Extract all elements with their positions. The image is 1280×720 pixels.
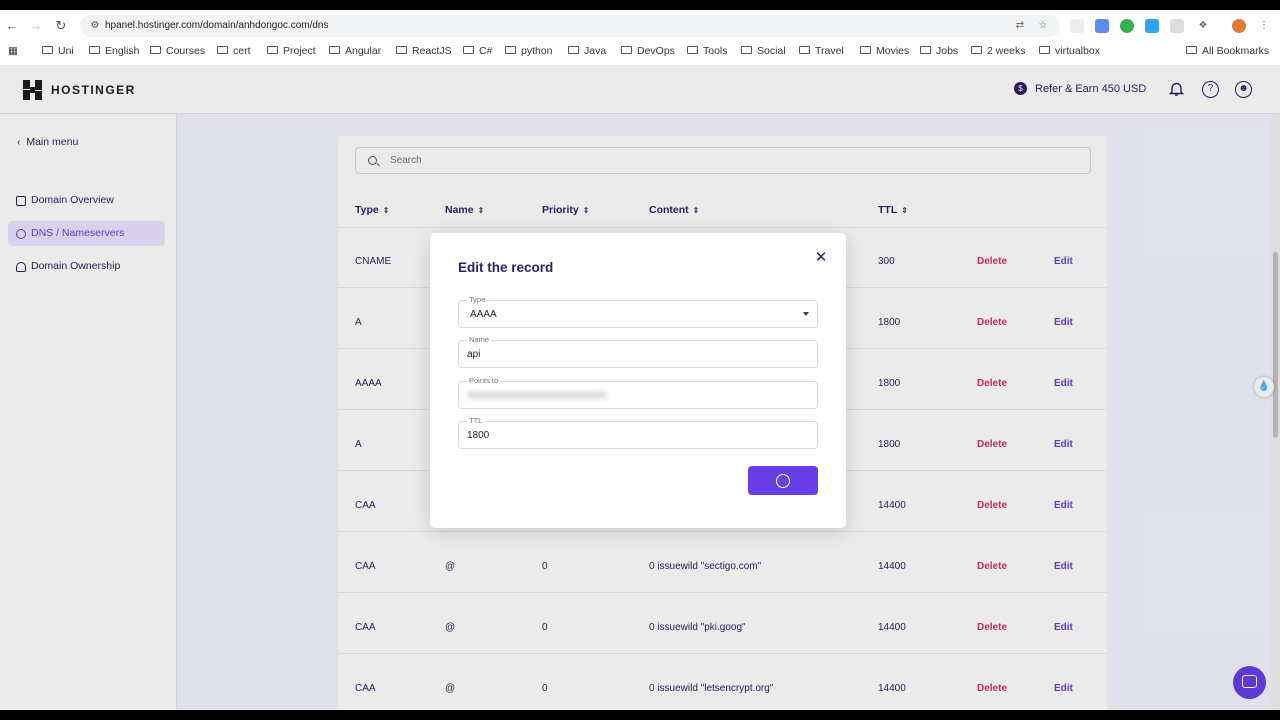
folder-icon	[1186, 46, 1197, 54]
name-field[interactable]: api	[458, 340, 818, 368]
forward-icon[interactable]: →	[28, 18, 44, 34]
address-row: ← → ↻ ⚙ hpanel.hostinger.com/domain/anhd…	[0, 14, 1280, 38]
folder-icon	[396, 46, 407, 54]
omnibox[interactable]: ⚙ hpanel.hostinger.com/domain/anhdongoc.…	[80, 15, 1060, 37]
blurred-value	[467, 391, 607, 399]
extension-icon[interactable]	[1070, 19, 1084, 33]
bookmark-folder[interactable]: Project	[267, 45, 316, 57]
bookmark-label: Courses	[166, 45, 206, 57]
avatar[interactable]	[1232, 19, 1246, 33]
folder-icon	[329, 46, 340, 54]
type-value: AAAA	[470, 309, 497, 320]
points-to-label: Points to	[467, 376, 501, 385]
bookmark-folder[interactable]: Uni	[42, 45, 74, 57]
bookmark-label: cert	[233, 45, 251, 57]
puzzle-icon[interactable]: ❖	[1196, 19, 1210, 33]
chevron-down-icon	[803, 312, 809, 316]
folder-icon	[267, 46, 278, 54]
bottom-black-strip	[0, 710, 1280, 720]
bookmark-label: Jobs	[936, 45, 959, 57]
ttl-value: 1800	[467, 430, 490, 441]
extension-icon[interactable]	[1170, 19, 1184, 33]
bookmark-folder[interactable]: Jobs	[920, 45, 958, 57]
folder-icon	[971, 46, 982, 54]
bookmark-folder[interactable]: Travel	[799, 45, 844, 57]
folder-icon	[568, 46, 579, 54]
folder-icon	[687, 46, 698, 54]
bookmark-label: C#	[479, 45, 493, 57]
star-icon[interactable]: ☆	[1036, 19, 1050, 33]
folder-icon	[505, 46, 516, 54]
folder-icon	[463, 46, 474, 54]
bookmark-label: Travel	[815, 45, 844, 57]
name-label: Name	[467, 335, 492, 344]
bookmark-folder[interactable]: Angular	[329, 45, 381, 57]
type-select[interactable]: AAAA	[458, 300, 818, 328]
bookmark-label: Uni	[58, 45, 74, 57]
ttl-field[interactable]: 1800	[458, 421, 818, 449]
folder-icon	[860, 46, 871, 54]
bookmark-label: virtualbox	[1055, 45, 1100, 57]
bookmark-folder[interactable]: C#	[463, 45, 492, 57]
folder-icon	[217, 46, 228, 54]
grammarly-icon[interactable]	[1120, 19, 1134, 33]
bookmark-folder[interactable]: 2 weeks	[971, 45, 1026, 57]
extension-icon[interactable]	[1095, 19, 1109, 33]
points-to-field[interactable]	[458, 381, 818, 409]
type-label: Type	[467, 295, 488, 304]
bookmark-label: ReactJS	[412, 45, 452, 57]
folder-icon	[89, 46, 100, 54]
bookmark-folder[interactable]: virtualbox	[1039, 45, 1100, 57]
bookmark-label: python	[521, 45, 553, 57]
bookmark-folder[interactable]: ReactJS	[396, 45, 452, 57]
top-black-strip	[0, 0, 1280, 10]
reload-icon[interactable]: ↻	[53, 18, 69, 34]
menu-dots-icon[interactable]: ⋮	[1257, 19, 1271, 33]
back-icon[interactable]: ←	[4, 18, 20, 34]
bookmarks-bar: ▦ Uni English Courses cert Project Angul…	[0, 42, 1280, 62]
bookmark-folder[interactable]: Tools	[687, 45, 728, 57]
save-button[interactable]	[748, 466, 818, 495]
bookmark-folder[interactable]: Courses	[150, 45, 205, 57]
site-info-icon[interactable]: ⚙	[88, 19, 102, 33]
name-value: api	[467, 349, 481, 360]
bookmark-label: All Bookmarks	[1202, 45, 1270, 57]
folder-icon	[150, 46, 161, 54]
bookmark-label: Movies	[876, 45, 910, 57]
folder-icon	[920, 46, 931, 54]
bookmark-label: Tools	[703, 45, 728, 57]
ttl-label: TTL	[467, 416, 485, 425]
bookmark-label: English	[105, 45, 140, 57]
url-text: hpanel.hostinger.com/domain/anhdongoc.co…	[105, 20, 329, 31]
bookmark-label: Angular	[345, 45, 382, 57]
close-icon[interactable]: ✕	[813, 250, 829, 266]
bookmark-label: 2 weeks	[987, 45, 1026, 57]
folder-icon	[621, 46, 632, 54]
bookmark-label: DevOps	[637, 45, 675, 57]
extension-icon[interactable]	[1145, 19, 1159, 33]
bookmark-folder[interactable]: cert	[217, 45, 251, 57]
folder-icon	[1039, 46, 1050, 54]
apps-grid-icon[interactable]: ▦	[8, 45, 18, 57]
folder-icon	[42, 46, 53, 54]
browser-chrome: ← → ↻ ⚙ hpanel.hostinger.com/domain/anhd…	[0, 10, 1280, 66]
loading-spinner-icon	[776, 474, 790, 488]
bookmark-folder[interactable]: Movies	[860, 45, 909, 57]
folder-icon	[741, 46, 752, 54]
bookmark-folder[interactable]: Social	[741, 45, 786, 57]
bookmark-folder[interactable]: python	[505, 45, 553, 57]
modal-title: Edit the record	[458, 260, 554, 275]
bookmark-folder[interactable]: English	[89, 45, 139, 57]
bookmark-folder[interactable]: Java	[568, 45, 606, 57]
bookmark-label: Social	[757, 45, 786, 57]
all-bookmarks[interactable]: All Bookmarks	[1186, 45, 1269, 57]
bookmark-label: Java	[584, 45, 607, 57]
bookmark-label: Project	[283, 45, 316, 57]
translate-icon[interactable]: ⇄	[1013, 19, 1027, 33]
edit-record-modal: Edit the record ✕ AAAA Type api Name Poi…	[430, 233, 846, 528]
bookmark-folder[interactable]: DevOps	[621, 45, 675, 57]
folder-icon	[799, 46, 810, 54]
